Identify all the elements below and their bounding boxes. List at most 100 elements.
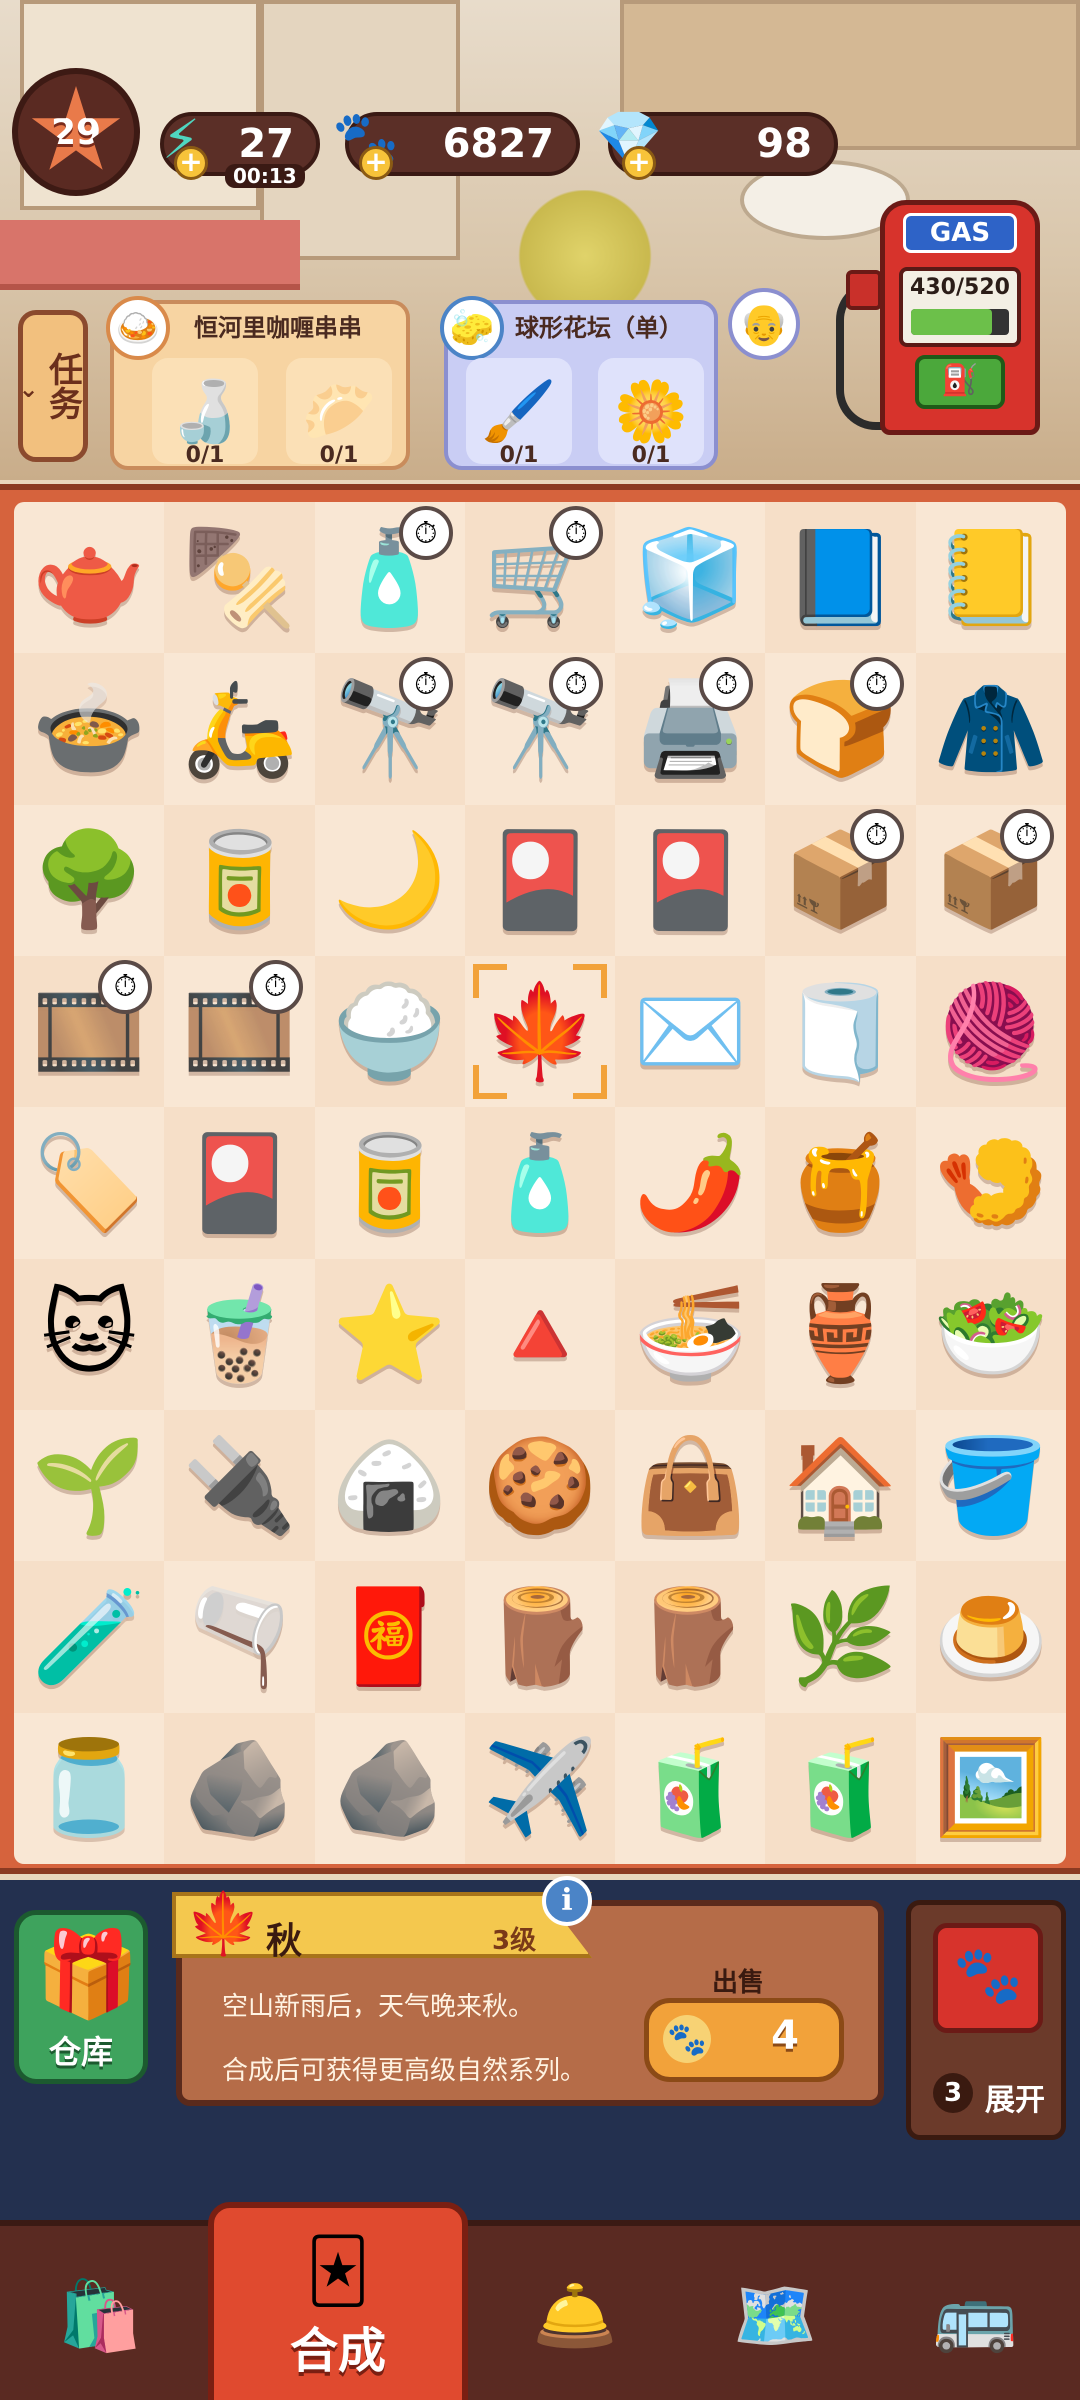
merge-item[interactable]: 🪨 bbox=[182, 1742, 297, 1834]
merge-item[interactable]: 🧧 bbox=[332, 1590, 447, 1683]
task-requirement[interactable]: 🍶 0/1 bbox=[152, 358, 258, 468]
sell-button[interactable]: 🐾 4 bbox=[644, 1998, 844, 2082]
task-requirement[interactable]: 🥟 0/1 bbox=[286, 358, 392, 468]
merge-item[interactable]: 🔌 bbox=[182, 1439, 297, 1532]
board-cell[interactable]: 🥫 bbox=[164, 804, 315, 956]
board-cell[interactable]: 🌳 bbox=[14, 805, 164, 956]
board-cell[interactable]: ⭐ bbox=[314, 1258, 465, 1410]
board-cell[interactable]: 🧻 bbox=[765, 956, 915, 1107]
merge-item[interactable]: 🧊 bbox=[633, 531, 748, 624]
board-cell[interactable]: 🌱 bbox=[14, 1410, 164, 1561]
merge-item[interactable]: 🐱 bbox=[41, 1288, 137, 1380]
board-cell[interactable]: 🫖 bbox=[14, 502, 164, 653]
board-cell[interactable]: 🪵 bbox=[615, 1561, 766, 1713]
merge-item[interactable]: 🏷️ bbox=[32, 1136, 147, 1229]
gas-pump[interactable]: GAS 430/520 ⛽ bbox=[880, 200, 1040, 435]
gas-refill-button[interactable]: ⛽ bbox=[915, 355, 1005, 409]
board-cell[interactable]: 🎴 bbox=[615, 805, 765, 956]
merge-item[interactable]: 🧻 bbox=[783, 985, 898, 1078]
merge-item[interactable]: 🧃 bbox=[783, 1742, 898, 1834]
player-level-badge[interactable]: 29 bbox=[12, 68, 140, 196]
tasks-tab[interactable]: 任务 ⌄ bbox=[18, 310, 88, 462]
board-cell[interactable]: 🪨 bbox=[164, 1712, 315, 1864]
warehouse-button[interactable]: 🎁 仓库 bbox=[14, 1910, 148, 2084]
board-cell[interactable]: 🧧 bbox=[314, 1561, 465, 1713]
merge-item[interactable]: 🥫 bbox=[332, 1136, 447, 1229]
merge-item[interactable]: 🌙 bbox=[332, 834, 447, 926]
board-cell[interactable]: 📘 bbox=[765, 502, 916, 654]
merge-item[interactable]: 🌿 bbox=[783, 1590, 898, 1683]
board-cell[interactable]: 🧊 bbox=[615, 502, 765, 653]
nav-merge-tab[interactable]: 🃏 合成 bbox=[208, 2202, 468, 2400]
board-cell[interactable]: 🌿 bbox=[765, 1561, 915, 1712]
merge-item[interactable]: 🍚 bbox=[332, 985, 447, 1078]
nav-map[interactable]: 🗺️ bbox=[705, 2256, 845, 2376]
gem-counter[interactable]: 💎 + 98 bbox=[595, 107, 838, 180]
board-cell[interactable]: 📦 ⏱ bbox=[916, 805, 1066, 956]
nav-shop-bag[interactable]: 🛍️ bbox=[30, 2256, 170, 2376]
merge-item[interactable]: 🫙 bbox=[32, 1742, 147, 1834]
merge-item[interactable]: 🧃 bbox=[633, 1742, 748, 1834]
board-cell[interactable]: 🍚 bbox=[314, 955, 465, 1108]
merge-item[interactable]: 🔺 bbox=[483, 1288, 598, 1380]
coin-counter[interactable]: 🐾 + 6827 bbox=[332, 107, 580, 180]
board-cell[interactable]: 🏷️ bbox=[14, 1107, 164, 1258]
merge-item[interactable]: 🪵 bbox=[633, 1590, 748, 1683]
board-cell[interactable]: 🏺 bbox=[765, 1259, 915, 1410]
merge-item[interactable]: 🏠 bbox=[783, 1439, 898, 1532]
board-cell[interactable]: 🖼️ bbox=[916, 1713, 1066, 1864]
merge-item[interactable]: 🍜 bbox=[633, 1288, 748, 1380]
merge-item[interactable]: 🥫 bbox=[182, 834, 297, 926]
merge-item[interactable]: 🍤 bbox=[934, 1136, 1049, 1229]
merge-item[interactable]: ⭐ bbox=[332, 1288, 447, 1380]
board-cell[interactable]: ✈️ bbox=[464, 1712, 616, 1864]
merge-item[interactable]: 👜 bbox=[633, 1439, 748, 1532]
board-cell[interactable]: 🥗 bbox=[915, 1258, 1066, 1410]
task-card[interactable]: 🍛 恒河里咖喱串串 🍶 0/1 🥟 0/1 bbox=[106, 296, 410, 470]
board-cell[interactable]: 🧥 bbox=[915, 653, 1066, 805]
merge-item[interactable]: 🫖 bbox=[32, 531, 147, 624]
merge-item[interactable]: 🪨 bbox=[332, 1742, 447, 1834]
board-cell[interactable]: 🍪 bbox=[464, 1409, 616, 1562]
add-energy-button[interactable]: + bbox=[174, 146, 208, 180]
merge-item[interactable]: 🌶️ bbox=[633, 1136, 748, 1229]
merge-item[interactable]: 🧶 bbox=[934, 985, 1049, 1078]
merge-item[interactable]: 🍯 bbox=[783, 1136, 898, 1229]
merge-item[interactable]: 🧋 bbox=[182, 1288, 297, 1380]
board-cell[interactable]: 🥫 bbox=[315, 1107, 465, 1258]
merge-item[interactable]: 🍪 bbox=[483, 1439, 598, 1532]
merge-item[interactable]: 🪵 bbox=[483, 1590, 598, 1683]
board-cell[interactable]: 🔭 ⏱ bbox=[314, 653, 465, 805]
board-cell[interactable]: ✉️ bbox=[615, 955, 766, 1108]
board-cell[interactable]: 🛵 bbox=[164, 653, 314, 804]
board-cell[interactable]: 🧃 bbox=[765, 1712, 916, 1864]
board-cell[interactable]: 🍞 ⏱ bbox=[765, 653, 915, 804]
merge-item[interactable]: 🍮 bbox=[934, 1590, 1049, 1683]
merge-item[interactable]: 📒 bbox=[934, 531, 1049, 624]
board-cell[interactable]: 🐱 bbox=[14, 1258, 165, 1410]
board-cell[interactable]: 🧴 bbox=[464, 1107, 616, 1259]
merge-item[interactable]: 🍲 bbox=[32, 682, 147, 775]
merge-item[interactable]: 🎴 bbox=[633, 834, 748, 926]
board-cell[interactable]: 👜 bbox=[615, 1410, 765, 1561]
board-cell[interactable]: 🫗 bbox=[164, 1561, 314, 1712]
board-cell[interactable]: 🍲 bbox=[14, 653, 165, 805]
board-cell[interactable]: 🔺 bbox=[465, 1259, 615, 1410]
board-cell[interactable]: 🫙 bbox=[14, 1713, 164, 1864]
task-requirement[interactable]: 🖌️ 0/1 bbox=[466, 358, 572, 468]
merge-item[interactable]: ✉️ bbox=[633, 985, 748, 1078]
merge-item[interactable]: 🖼️ bbox=[934, 1742, 1049, 1834]
expand-button[interactable]: 🐾 3 展开 bbox=[906, 1900, 1066, 2140]
board-cell[interactable]: 🧴 ⏱ bbox=[315, 502, 465, 653]
merge-item[interactable]: 🪣 bbox=[934, 1439, 1049, 1532]
board-cell[interactable]: 🪣 bbox=[916, 1410, 1066, 1561]
merge-item[interactable]: 🧴 bbox=[483, 1136, 598, 1229]
board-cell[interactable]: 🎴 bbox=[464, 804, 616, 956]
merge-item[interactable]: 🍁 bbox=[483, 985, 598, 1078]
task-card[interactable]: 🧽 球形花坛（单） 🖌️ 0/1 🌼 0/1 bbox=[440, 296, 718, 470]
merge-item[interactable]: 🍙 bbox=[332, 1439, 447, 1532]
board-cell[interactable]: 🪨 bbox=[315, 1713, 465, 1864]
board-cell[interactable]: 🍤 bbox=[916, 1107, 1066, 1258]
board-cell[interactable]: 🍢 bbox=[164, 502, 315, 654]
board-cell[interactable]: 🧃 bbox=[615, 1713, 765, 1864]
